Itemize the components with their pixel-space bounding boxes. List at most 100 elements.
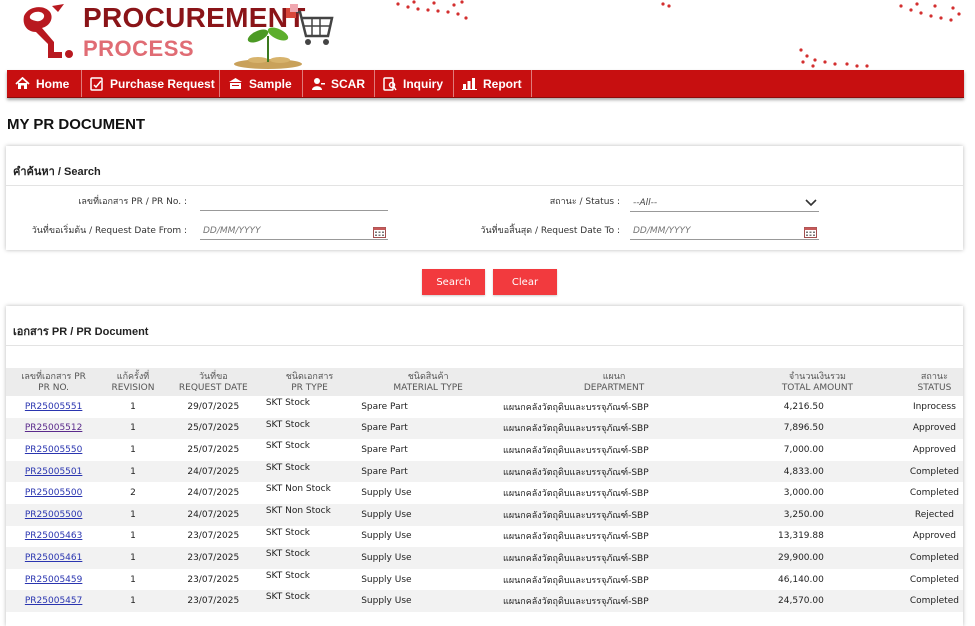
pr-no-link[interactable]: PR25005459 [25, 575, 83, 585]
pr-no-cell: PR25005457 [6, 590, 101, 612]
pr-no-link[interactable]: PR25005550 [25, 445, 83, 455]
department-cell: แผนกคลังวัตถุดิบและบรรจุภัณฑ์-SBP [503, 553, 649, 564]
pr-type-cell: SKT Stock [265, 570, 310, 581]
chevron-down-icon[interactable] [805, 199, 817, 207]
pr-no-field[interactable] [200, 194, 388, 211]
pr-no-cell: PR25005500 [6, 504, 101, 526]
pr-no-link[interactable]: PR25005501 [25, 467, 83, 477]
material-cell: Supply Use [361, 552, 412, 563]
status-cell: Inprocess [912, 401, 956, 412]
nav-inquiry-label: Inquiry [403, 76, 444, 91]
date-to-field[interactable] [630, 223, 819, 240]
nav-scar[interactable]: SCAR [303, 70, 375, 97]
table-row[interactable]: PR25005461 1 23/07/2025 SKT Stock Supply… [6, 547, 963, 569]
table-row[interactable]: PR25005500 1 24/07/2025 SKT Non Stock Su… [6, 503, 963, 526]
department-cell: แผนกคลังวัตถุดิบและบรรจุภัณฑ์-SBP [503, 597, 649, 608]
date-cell: 24/07/2025 [187, 509, 240, 520]
col-status[interactable]: สถานะ STATUS [906, 368, 963, 396]
col-pr-type[interactable]: ชนิดเอกสาร PR TYPE [262, 368, 357, 396]
pr-no-link[interactable]: PR25005500 [25, 510, 83, 520]
date-from-field[interactable] [200, 223, 388, 240]
revision-cell: 1 [130, 444, 136, 455]
amount-cell: 3,000.00 [783, 488, 824, 499]
pr-no-cell: PR25005463 [6, 526, 101, 548]
table-row[interactable]: PR25005459 1 23/07/2025 SKT Stock Supply… [6, 568, 963, 591]
status-cell: Completed [909, 488, 959, 499]
col-department[interactable]: แผนก DEPARTMENT [499, 368, 729, 396]
col-total-amount[interactable]: จำนวนเงินรวม TOTAL AMOUNT [729, 368, 906, 396]
decor-dots-3 [899, 2, 961, 22]
material-cell: Spare Part [361, 444, 408, 455]
pr-no-label: เลขที่เอกสาร PR / PR No. : [78, 197, 187, 207]
col-material-type[interactable]: ชนิดสินค้า MATERIAL TYPE [357, 368, 499, 396]
calendar-icon[interactable] [373, 226, 386, 238]
pr-no-input[interactable] [203, 197, 388, 207]
revision-cell: 1 [130, 552, 136, 563]
date-cell: 24/07/2025 [187, 488, 240, 499]
chart-icon [462, 78, 477, 90]
date-cell: 23/07/2025 [187, 574, 240, 585]
nav-report-label: Report [483, 76, 522, 91]
pr-no-link[interactable]: PR25005512 [25, 423, 83, 433]
table-row[interactable]: PR25005501 1 24/07/2025 SKT Stock Spare … [6, 460, 963, 483]
company-logo[interactable] [14, 2, 76, 60]
material-cell: Spare Part [361, 401, 408, 412]
status-select[interactable]: --All-- [630, 195, 819, 212]
date-cell: 24/07/2025 [187, 466, 240, 477]
col-request-date-th: วันที่ขอ [198, 372, 228, 382]
revision-cell: 1 [130, 401, 136, 412]
date-from-input[interactable] [203, 226, 388, 236]
nav-purchase-request[interactable]: Purchase Request [82, 70, 220, 97]
amount-cell: 7,000.00 [783, 444, 824, 455]
document-divider [6, 345, 963, 346]
pr-type-cell: SKT Stock [265, 398, 310, 408]
pr-no-link[interactable]: PR25005463 [25, 531, 83, 541]
date-to-input[interactable] [633, 226, 819, 236]
col-material-type-th: ชนิดสินค้า [407, 372, 449, 382]
status-cell: Rejected [914, 509, 954, 520]
pr-type-cell: SKT Non Stock [265, 484, 331, 495]
table-row[interactable]: PR25005463 1 23/07/2025 SKT Stock Supply… [6, 525, 963, 548]
status-selected-value: --All-- [633, 198, 658, 208]
nav-sample[interactable]: Sample [220, 70, 303, 97]
nav-inquiry[interactable]: Inquiry [375, 70, 454, 97]
decor-dots-4 [799, 48, 869, 68]
date-from-label: วันที่ขอเริ่มต้น / Request Date From : [31, 226, 187, 236]
pr-type-cell: SKT Non Stock [265, 505, 331, 516]
table-row[interactable]: PR25005550 1 25/07/2025 SKT Stock Spare … [6, 439, 963, 461]
search-button[interactable]: Search [422, 269, 485, 295]
col-request-date[interactable]: วันที่ขอ REQUEST DATE [165, 368, 262, 396]
col-pr-type-th: ชนิดเอกสาร [285, 372, 334, 382]
revision-cell: 1 [130, 531, 136, 542]
table-row[interactable]: PR25005551 1 29/07/2025 SKT Stock Spare … [6, 396, 963, 418]
nav-home[interactable]: Home [7, 70, 82, 97]
pr-type-cell: SKT Stock [265, 462, 310, 473]
col-pr-no[interactable]: เลขที่เอกสาร PR PR NO. [6, 368, 101, 396]
pr-no-link[interactable]: PR25005551 [25, 402, 83, 412]
pr-no-link[interactable]: PR25005500 [25, 488, 83, 498]
date-cell: 23/07/2025 [187, 531, 240, 542]
revision-cell: 1 [130, 466, 136, 477]
calendar-icon[interactable] [804, 226, 817, 238]
col-revision[interactable]: แก้ครั้งที่ REVISION [101, 368, 165, 396]
department-cell: แผนกคลังวัตถุดิบและบรรจุภัณฑ์-SBP [503, 424, 649, 435]
material-cell: Spare Part [361, 466, 408, 477]
user-icon [312, 77, 325, 90]
pr-no-link[interactable]: PR25005457 [25, 596, 83, 606]
table-row[interactable]: PR25005512 1 25/07/2025 SKT Stock Spare … [6, 417, 963, 440]
col-status-th: สถานะ [920, 372, 948, 382]
table-row[interactable]: PR25005500 2 24/07/2025 SKT Non Stock Su… [6, 482, 963, 504]
pr-type-cell: SKT Stock [265, 592, 310, 603]
nav-report[interactable]: Report [454, 70, 532, 97]
department-cell: แผนกคลังวัตถุดิบและบรรจุภัณฑ์-SBP [503, 510, 649, 521]
clear-button[interactable]: Clear [493, 269, 557, 295]
table-row[interactable]: PR25005457 1 23/07/2025 SKT Stock Supply… [6, 590, 963, 612]
nav-home-label: Home [36, 76, 70, 91]
pr-no-cell: PR25005501 [6, 461, 101, 483]
pr-document-panel: เอกสาร PR / PR Document เลขที่เอกสาร PR P… [6, 306, 963, 626]
nav-purchase-request-label: Purchase Request [110, 76, 215, 91]
amount-cell: 4,833.00 [783, 466, 824, 477]
pr-no-link[interactable]: PR25005461 [25, 553, 83, 563]
col-pr-no-en: PR NO. [38, 383, 70, 393]
document-edit-icon [90, 76, 103, 91]
